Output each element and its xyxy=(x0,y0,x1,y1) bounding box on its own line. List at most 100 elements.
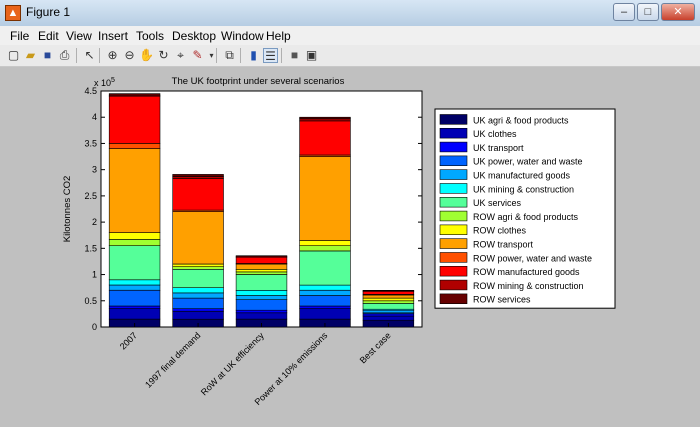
minimize-button[interactable]: – xyxy=(613,3,635,21)
bar-segment[interactable] xyxy=(108,232,161,240)
bar-segment[interactable] xyxy=(235,309,288,314)
bar-segment[interactable] xyxy=(362,309,415,314)
menu-help[interactable]: Help xyxy=(266,29,291,43)
bar-segment[interactable] xyxy=(362,313,415,317)
menu-edit[interactable]: Edit xyxy=(38,29,59,43)
legend-swatch xyxy=(439,252,468,263)
bar-segment[interactable] xyxy=(235,290,288,296)
bar-segment[interactable] xyxy=(172,178,224,211)
legend-entry: UK transport xyxy=(473,143,524,153)
x-axis: 2007 1997 final demandRoW at UK efficienc… xyxy=(118,323,393,407)
bar-segment[interactable] xyxy=(235,263,288,270)
menu-tools[interactable]: Tools xyxy=(136,29,164,43)
bar-segment[interactable] xyxy=(235,269,288,273)
bar-segment[interactable] xyxy=(108,290,161,307)
bar-segment[interactable] xyxy=(108,245,161,281)
bar-segment[interactable] xyxy=(172,176,224,179)
bar-segment[interactable] xyxy=(299,240,351,246)
bar-segment[interactable] xyxy=(299,295,351,307)
bar-segment[interactable] xyxy=(299,308,351,320)
hide-plot-tools-icon[interactable]: ■ xyxy=(287,48,302,63)
save-icon[interactable]: ■ xyxy=(40,48,55,63)
bar-segment[interactable] xyxy=(362,315,415,321)
bar-segment[interactable] xyxy=(172,297,224,309)
legend-entry: ROW power, water and waste xyxy=(473,253,592,263)
bar-segment[interactable] xyxy=(108,148,161,233)
bar-segment[interactable] xyxy=(362,294,415,299)
data-cursor-icon[interactable]: ⌖ xyxy=(173,48,188,63)
link-plot-icon[interactable]: ⧉ xyxy=(222,48,237,63)
bar-segment[interactable] xyxy=(235,271,288,275)
bar-segment[interactable] xyxy=(108,279,161,286)
bar-segment[interactable] xyxy=(362,297,415,302)
bar-segment[interactable] xyxy=(108,93,161,96)
menu-window[interactable]: Window xyxy=(221,29,264,43)
legend-swatch xyxy=(439,197,468,208)
menu-desktop[interactable]: Desktop xyxy=(172,29,216,43)
menu-bar: File Edit View Insert Tools Desktop Wind… xyxy=(0,26,700,45)
bar-segment[interactable] xyxy=(172,211,224,265)
bar-segment[interactable] xyxy=(299,290,351,296)
bar-segment[interactable] xyxy=(362,290,415,292)
bar-segment[interactable] xyxy=(108,239,161,246)
legend-box xyxy=(434,108,616,309)
show-plot-tools-icon[interactable]: ▣ xyxy=(304,48,319,63)
rotate-icon[interactable]: ↻ xyxy=(156,48,171,63)
legend-swatch xyxy=(439,238,468,249)
legend-entry: ROW services xyxy=(473,295,531,305)
menu-view[interactable]: View xyxy=(66,29,92,43)
zoom-in-icon[interactable]: ⊕ xyxy=(105,48,120,63)
stacked-bar-chart: The UK footprint under several scenarios… xyxy=(62,76,616,407)
legend-swatch xyxy=(439,155,468,167)
bar-segment[interactable] xyxy=(235,299,288,311)
bar-segment[interactable] xyxy=(172,311,224,320)
bar-segment[interactable] xyxy=(172,266,224,270)
menu-insert[interactable]: Insert xyxy=(98,29,128,43)
bar-segment[interactable] xyxy=(235,295,288,300)
x-tick-label: 2007 xyxy=(118,330,139,351)
brush-icon[interactable]: ✎ xyxy=(190,48,205,63)
maximize-button[interactable]: □ xyxy=(637,3,659,21)
title-bar[interactable]: ▲ Figure 1 – □ ✕ xyxy=(0,0,700,27)
bar-segment[interactable] xyxy=(235,256,288,264)
bar-segment[interactable] xyxy=(108,284,161,291)
legend-swatch xyxy=(439,224,468,235)
menu-file[interactable]: File xyxy=(10,29,29,43)
legend-icon[interactable]: ☰ xyxy=(263,48,278,63)
bar-segment[interactable] xyxy=(108,308,161,320)
bar-segment[interactable] xyxy=(108,143,161,149)
bar-segment[interactable] xyxy=(172,263,224,268)
bar-segment[interactable] xyxy=(299,245,351,252)
bar-segment[interactable] xyxy=(235,274,288,291)
bar-segment[interactable] xyxy=(299,250,351,286)
y-tick-label: 1 xyxy=(92,270,97,280)
print-icon[interactable]: ⎙ xyxy=(57,48,72,63)
bar-segment[interactable] xyxy=(235,255,288,257)
bar-segment[interactable] xyxy=(299,120,351,156)
zoom-out-icon[interactable]: ⊖ xyxy=(122,48,137,63)
bar-segment[interactable] xyxy=(362,291,415,295)
bar-segment[interactable] xyxy=(299,305,351,309)
pointer-icon[interactable]: ↖ xyxy=(82,48,97,63)
bar-segment[interactable] xyxy=(108,95,161,144)
bar-segment[interactable] xyxy=(299,116,351,120)
figure-toolbar: ▢ ▰ ■ ⎙ ↖ ⊕ ⊖ ✋ ↻ ⌖ ✎ ▾ ⧉ ▮ ☰ ■ ▣ xyxy=(0,45,700,67)
bar-segment[interactable] xyxy=(172,287,224,294)
legend[interactable]: UK agri & food products UK clothes UK tran… xyxy=(434,108,616,309)
y-tick-label: 0.5 xyxy=(84,296,97,306)
bar-segment[interactable] xyxy=(362,300,415,304)
bar-segment[interactable] xyxy=(108,305,161,309)
bar-segment[interactable] xyxy=(172,174,224,177)
colorbar-icon[interactable]: ▮ xyxy=(246,48,261,63)
bar-segment[interactable] xyxy=(299,156,351,241)
bar-segment[interactable] xyxy=(235,312,288,320)
bar-segment[interactable] xyxy=(299,118,351,122)
bar-segment[interactable] xyxy=(172,292,224,299)
bar-segment[interactable] xyxy=(299,284,351,291)
open-file-icon[interactable]: ▰ xyxy=(23,48,38,63)
pan-icon[interactable]: ✋ xyxy=(139,48,154,63)
close-button[interactable]: ✕ xyxy=(661,3,695,21)
bar-segment[interactable] xyxy=(172,269,224,289)
new-figure-icon[interactable]: ▢ xyxy=(6,48,21,63)
bar-segment[interactable] xyxy=(362,303,415,310)
